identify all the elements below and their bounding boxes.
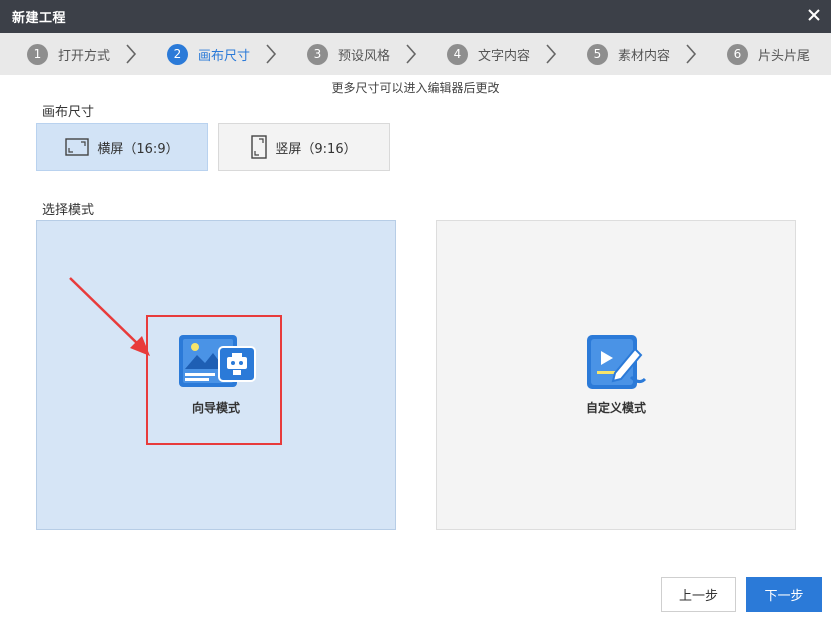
landscape-label: 横屏（16:9） — [97, 141, 179, 157]
step-label: 片头片尾 — [758, 48, 811, 64]
landscape-icon — [65, 138, 90, 156]
highlight-box — [146, 315, 282, 445]
step-bar: 1 打开方式 2 画布尺寸 3 预设风格 4 文字内容 5 素材内容 6 片头片… — [0, 33, 831, 75]
step-label: 文字内容 — [478, 48, 531, 64]
canvas-size-label: 画布尺寸 — [42, 105, 95, 120]
window-title: 新建工程 — [12, 11, 67, 26]
portrait-button[interactable]: 竖屏（9:16） — [218, 123, 390, 171]
annotation-arrow-icon — [69, 277, 150, 356]
chevron-right-icon — [546, 44, 557, 64]
next-button[interactable]: 下一步 — [746, 577, 822, 612]
step-number: 6 — [727, 43, 748, 65]
title-bar: 新建工程 — [0, 0, 831, 33]
custom-mode-card[interactable]: 自定义模式 — [436, 220, 796, 530]
step-4[interactable]: 4 文字内容 — [447, 43, 530, 65]
step-number: 3 — [307, 43, 328, 65]
step-6[interactable]: 6 片头片尾 — [727, 43, 810, 65]
landscape-button[interactable]: 横屏（16:9） — [36, 123, 208, 171]
mode-label: 选择模式 — [42, 203, 95, 218]
step-number: 4 — [447, 43, 468, 65]
step-5[interactable]: 5 素材内容 — [587, 43, 670, 65]
chevron-right-icon — [686, 44, 697, 64]
step-1[interactable]: 1 打开方式 — [27, 43, 110, 65]
custom-mode-label: 自定义模式 — [585, 401, 646, 415]
prev-button[interactable]: 上一步 — [661, 577, 736, 612]
custom-mode-icon — [587, 335, 647, 389]
close-icon[interactable] — [803, 4, 825, 26]
chevron-right-icon — [406, 44, 417, 64]
step-number: 1 — [27, 43, 48, 65]
step-label: 画布尺寸 — [198, 48, 251, 64]
step-number: 5 — [587, 43, 608, 65]
portrait-label: 竖屏（9:16） — [275, 141, 357, 157]
step-label: 预设风格 — [338, 48, 391, 64]
chevron-right-icon — [266, 44, 277, 64]
step-2[interactable]: 2 画布尺寸 — [167, 43, 250, 65]
step-label: 素材内容 — [618, 48, 671, 64]
step-number: 2 — [167, 43, 188, 65]
chevron-right-icon — [126, 44, 137, 64]
step-label: 打开方式 — [58, 48, 111, 64]
size-hint: 更多尺寸可以进入编辑器后更改 — [331, 81, 500, 95]
portrait-icon — [251, 135, 268, 159]
step-3[interactable]: 3 预设风格 — [307, 43, 390, 65]
